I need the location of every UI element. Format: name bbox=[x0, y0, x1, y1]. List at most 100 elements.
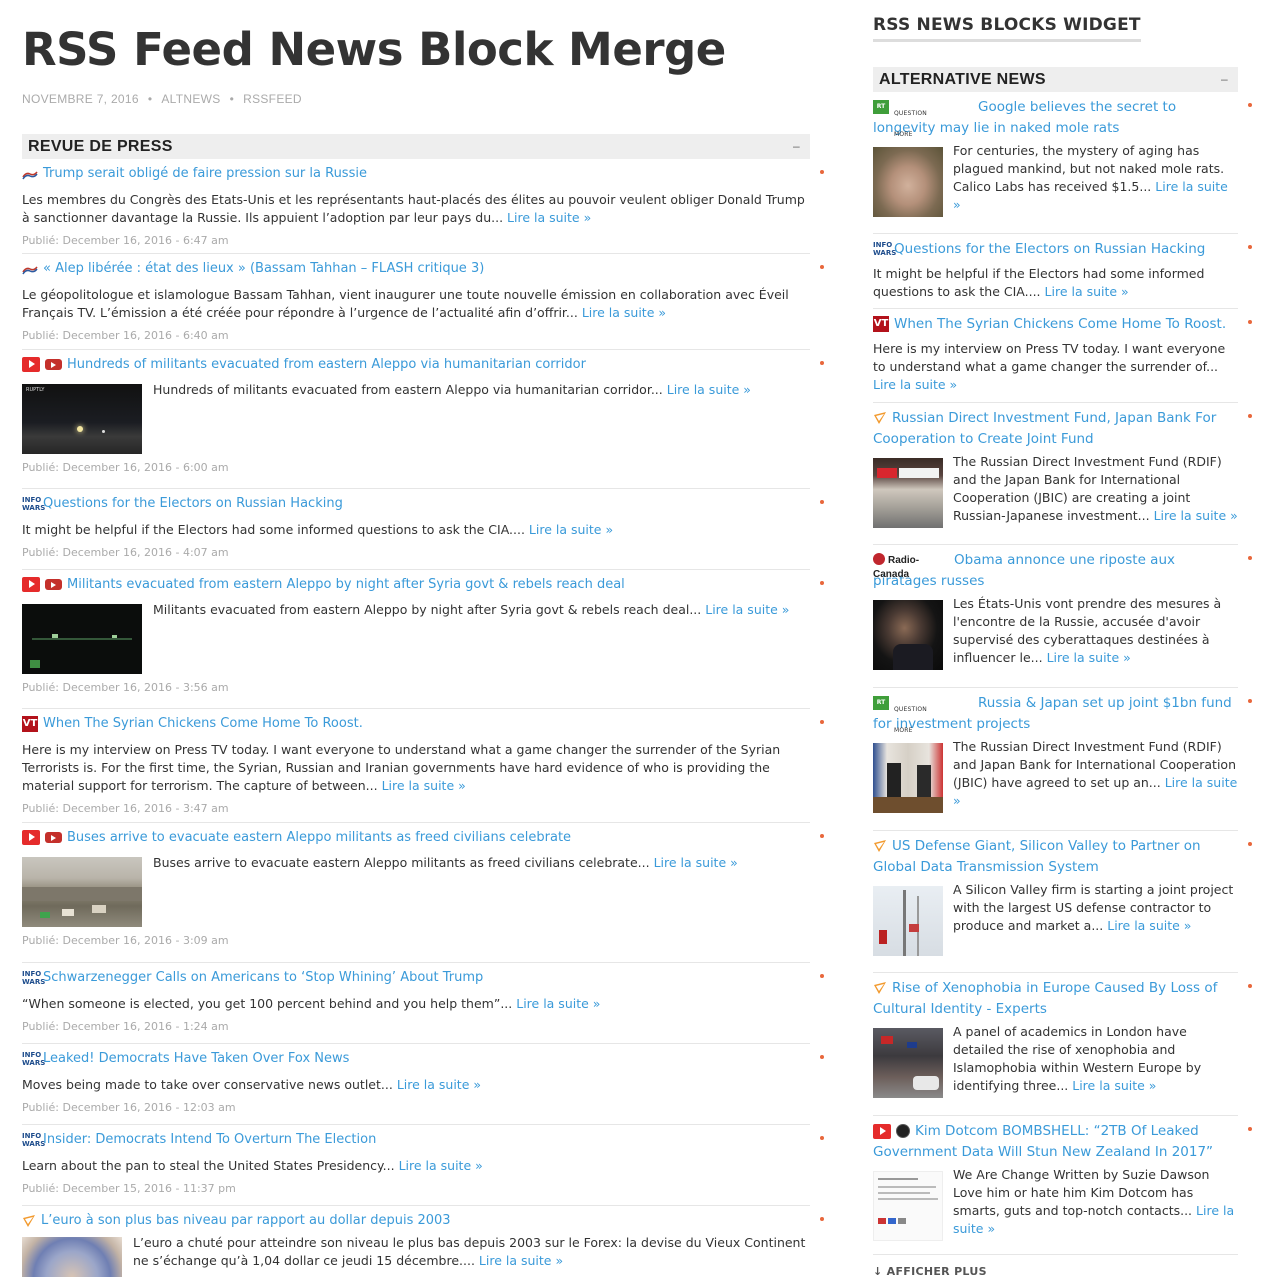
read-more-link[interactable]: Lire la suite » bbox=[873, 377, 957, 392]
read-more-link[interactable]: Lire la suite » bbox=[516, 996, 600, 1011]
sidebar-news-item: Rise of Xenophobia in Europe Caused By L… bbox=[873, 973, 1252, 1116]
news-thumbnail[interactable] bbox=[873, 458, 943, 528]
news-excerpt: Les membres du Congrès des Etats-Unis et… bbox=[22, 192, 805, 225]
bullet-dot bbox=[820, 500, 824, 504]
read-more-link[interactable]: Lire la suite » bbox=[529, 522, 613, 537]
news-thumbnail[interactable] bbox=[22, 1237, 122, 1277]
category-link-rssfeed[interactable]: RSSFEED bbox=[243, 92, 302, 106]
main-column: RSS Feed News Block Merge NOVEMBRE 7, 20… bbox=[22, 0, 824, 1285]
news-title-link[interactable]: Leaked! Democrats Have Taken Over Fox Ne… bbox=[43, 1051, 349, 1066]
collapse-toggle[interactable]: – bbox=[793, 134, 800, 159]
news-title-link[interactable]: Insider: Democrats Intend To Overturn Th… bbox=[43, 1132, 376, 1147]
read-more-link[interactable]: Lire la suite » bbox=[1045, 284, 1129, 299]
news-title-link[interactable]: Militants evacuated from eastern Aleppo … bbox=[67, 577, 625, 592]
sidebar-news-item: VT When The Syrian Chickens Come Home To … bbox=[873, 309, 1252, 403]
news-thumbnail[interactable] bbox=[873, 743, 943, 813]
bullet-dot bbox=[820, 1055, 824, 1059]
post-date: NOVEMBRE 7, 2016 bbox=[22, 92, 139, 106]
read-more-link[interactable]: Lire la suite » bbox=[1107, 918, 1191, 933]
show-more-button[interactable]: ↓ AFFICHER PLUS bbox=[873, 1265, 1238, 1278]
news-title-link[interactable]: Kim Dotcom BOMBSHELL: “2TB Of Leaked Gov… bbox=[873, 1123, 1213, 1160]
read-more-link[interactable]: Lire la suite » bbox=[397, 1077, 481, 1092]
page-title: RSS Feed News Block Merge bbox=[22, 23, 726, 76]
news-title-link[interactable]: Questions for the Electors on Russian Ha… bbox=[894, 241, 1205, 257]
sidebar-news-item: INFO WARSQuestions for the Electors on Ru… bbox=[873, 234, 1252, 309]
read-more-link[interactable]: Lire la suite » bbox=[399, 1158, 483, 1173]
block-heading: ALTERNATIVE NEWS bbox=[879, 71, 1046, 88]
rt-icon: RT QUESTION MORE bbox=[873, 696, 943, 734]
news-item: INFO WARSInsider: Democrats Intend To Ove… bbox=[22, 1125, 824, 1206]
news-title-link[interactable]: Buses arrive to evacuate eastern Aleppo … bbox=[67, 830, 571, 845]
category-link-altnews[interactable]: ALTNEWS bbox=[161, 92, 220, 106]
read-more-link[interactable]: Lire la suite » bbox=[507, 210, 591, 225]
thumbnail-watermark: RUPTLY bbox=[26, 387, 45, 393]
sidebar-news-item: Russian Direct Investment Fund, Japan Ba… bbox=[873, 403, 1252, 545]
infowars-icon: INFO WARS bbox=[22, 969, 46, 986]
news-title-link[interactable]: When The Syrian Chickens Come Home To Ro… bbox=[43, 716, 363, 731]
news-thumbnail[interactable] bbox=[873, 886, 943, 956]
infowars-icon: INFO WARS bbox=[22, 1131, 46, 1148]
news-title-link[interactable]: Hundreds of militants evacuated from eas… bbox=[67, 357, 586, 372]
read-more-link[interactable]: Lire la suite » bbox=[667, 382, 751, 397]
kim-dotcom-icon bbox=[896, 1124, 910, 1138]
news-thumbnail[interactable] bbox=[873, 147, 943, 217]
sidebar-news-item: Radio-CanadaObama annonce une riposte au… bbox=[873, 545, 1252, 688]
bullet-dot bbox=[820, 361, 824, 365]
bullet-dot bbox=[1248, 103, 1252, 107]
read-more-link[interactable]: Lire la suite » bbox=[1047, 650, 1131, 665]
ria-novosti-icon bbox=[22, 1214, 36, 1228]
news-item: INFO WARSQuestions for the Electors on Ru… bbox=[22, 489, 824, 570]
video-thumbnail[interactable]: RUPTLY bbox=[22, 384, 142, 454]
news-title-link[interactable]: L’euro à son plus bas niveau par rapport… bbox=[41, 1213, 451, 1228]
youtube-logo-icon bbox=[45, 579, 62, 590]
french-flag-icon bbox=[22, 167, 38, 180]
news-thumbnail[interactable] bbox=[873, 1171, 943, 1241]
news-item: Hundreds of militants evacuated from eas… bbox=[22, 350, 824, 489]
news-excerpt: Moves being made to take over conservati… bbox=[22, 1077, 393, 1092]
read-more-link[interactable]: Lire la suite » bbox=[1072, 1078, 1156, 1093]
read-more-link[interactable]: Lire la suite » bbox=[1154, 508, 1238, 523]
news-title-link[interactable]: Rise of Xenophobia in Europe Caused By L… bbox=[873, 980, 1217, 1017]
publish-date: Publié: December 16, 2016 - 4:07 am bbox=[22, 546, 229, 559]
news-title-link[interactable]: Trump serait obligé de faire pression su… bbox=[43, 166, 367, 181]
video-thumbnail[interactable] bbox=[22, 604, 142, 674]
radio-canada-icon: Radio-Canada bbox=[873, 553, 920, 580]
news-title-link[interactable]: US Defense Giant, Silicon Valley to Part… bbox=[873, 838, 1201, 875]
revue-de-press-header: REVUE DE PRESS – bbox=[22, 134, 810, 159]
news-title-link[interactable]: Russian Direct Investment Fund, Japan Ba… bbox=[873, 410, 1216, 447]
infowars-icon: INFO WARS bbox=[22, 1050, 46, 1067]
read-more-link[interactable]: Lire la suite » bbox=[479, 1253, 563, 1268]
youtube-logo-icon bbox=[45, 359, 62, 370]
infowars-icon: INFO WARS bbox=[22, 495, 46, 512]
youtube-icon bbox=[22, 357, 40, 372]
video-thumbnail[interactable] bbox=[22, 857, 142, 927]
news-excerpt: Learn about the pan to steal the United … bbox=[22, 1158, 395, 1173]
sidebar: RSS NEWS BLOCKS WIDGET ALTERNATIVE NEWS … bbox=[873, 0, 1252, 1278]
read-more-link[interactable]: Lire la suite » bbox=[654, 855, 738, 870]
read-more-link[interactable]: Lire la suite » bbox=[705, 602, 789, 617]
bullet-dot bbox=[1248, 320, 1252, 324]
news-item: L’euro à son plus bas niveau par rapport… bbox=[22, 1206, 824, 1285]
news-excerpt: Buses arrive to evacuate eastern Aleppo … bbox=[153, 855, 650, 870]
news-thumbnail[interactable] bbox=[873, 1028, 943, 1098]
read-more-link[interactable]: Lire la suite » bbox=[382, 778, 466, 793]
youtube-icon bbox=[22, 577, 40, 592]
news-item: Militants evacuated from eastern Aleppo … bbox=[22, 570, 824, 709]
news-excerpt: “When someone is elected, you get 100 pe… bbox=[22, 996, 513, 1011]
news-item: « Alep libérée : état des lieux » (Bassa… bbox=[22, 254, 824, 350]
bullet-dot bbox=[1248, 1127, 1252, 1131]
collapse-toggle[interactable]: – bbox=[1221, 67, 1228, 92]
news-title-link[interactable]: Questions for the Electors on Russian Ha… bbox=[43, 496, 343, 511]
news-title-link[interactable]: When The Syrian Chickens Come Home To Ro… bbox=[894, 316, 1226, 332]
news-item: VT When The Syrian Chickens Come Home To … bbox=[22, 709, 824, 823]
youtube-icon bbox=[22, 830, 40, 845]
sidebar-news-item: US Defense Giant, Silicon Valley to Part… bbox=[873, 831, 1252, 973]
ria-novosti-icon bbox=[873, 981, 887, 995]
bullet-dot bbox=[820, 581, 824, 585]
news-excerpt: Le géopolitologue et islamologue Bassam … bbox=[22, 287, 789, 320]
news-title-link[interactable]: Schwarzenegger Calls on Americans to ‘St… bbox=[43, 970, 483, 985]
news-excerpt: Here is my interview on Press TV today. … bbox=[873, 341, 1226, 374]
news-title-link[interactable]: « Alep libérée : état des lieux » (Bassa… bbox=[43, 261, 484, 276]
read-more-link[interactable]: Lire la suite » bbox=[582, 305, 666, 320]
news-thumbnail[interactable] bbox=[873, 600, 943, 670]
